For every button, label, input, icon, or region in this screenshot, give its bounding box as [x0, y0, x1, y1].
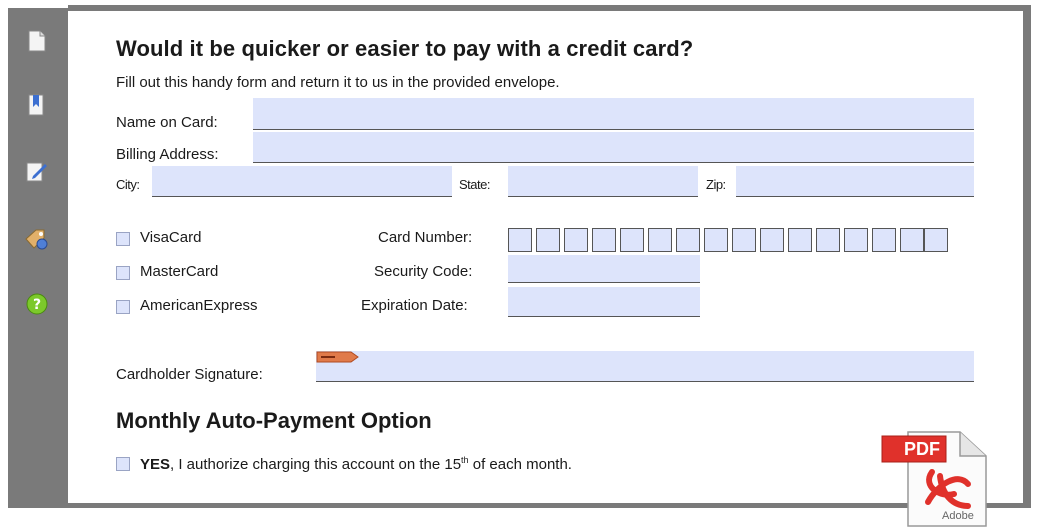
- zip-label: Zip:: [706, 177, 726, 192]
- left-toolbar: [8, 8, 68, 508]
- card-number-label: Card Number:: [378, 229, 473, 246]
- pdf-icon: PDF Adobe: [880, 430, 992, 528]
- expiration-label: Expiration Date:: [361, 297, 468, 314]
- mastercard-checkbox[interactable]: [116, 266, 130, 280]
- card-digit-box[interactable]: [924, 228, 948, 252]
- visa-label: VisaCard: [140, 229, 202, 246]
- bookmark-icon[interactable]: [24, 92, 50, 118]
- security-label: Security Code:: [374, 263, 473, 280]
- auth-body: , I authorize charging this account on t…: [170, 456, 462, 473]
- svg-text:?: ?: [33, 297, 41, 313]
- auth-text: YES, I authorize charging this account o…: [140, 455, 572, 473]
- card-digit-box[interactable]: [648, 228, 672, 252]
- section-title: Monthly Auto-Payment Option: [116, 408, 432, 433]
- card-digit-box[interactable]: [704, 228, 728, 252]
- card-digit-box[interactable]: [676, 228, 700, 252]
- form-title: Would it be quicker or easier to pay wit…: [116, 36, 694, 61]
- page-icon[interactable]: [24, 28, 50, 54]
- amex-checkbox[interactable]: [116, 300, 130, 314]
- card-digit-box[interactable]: [732, 228, 756, 252]
- auth-sup: th: [461, 455, 469, 465]
- sign-here-tag-icon: [316, 350, 360, 368]
- signature-label: Cardholder Signature:: [116, 366, 263, 383]
- card-digit-box[interactable]: [536, 228, 560, 252]
- card-digit-box[interactable]: [592, 228, 616, 252]
- name-label: Name on Card:: [116, 114, 218, 131]
- form-subtitle: Fill out this handy form and return it t…: [116, 74, 560, 91]
- card-digit-box[interactable]: [788, 228, 812, 252]
- visa-checkbox[interactable]: [116, 232, 130, 246]
- card-digit-box[interactable]: [872, 228, 896, 252]
- expiration-field[interactable]: [508, 287, 700, 317]
- security-field[interactable]: [508, 255, 700, 283]
- city-label: City:: [116, 177, 140, 192]
- right-frame: [1023, 8, 1031, 508]
- city-field[interactable]: [152, 166, 452, 197]
- card-digit-box[interactable]: [564, 228, 588, 252]
- auth-yes: YES: [140, 456, 171, 473]
- card-digit-box[interactable]: [620, 228, 644, 252]
- help-icon[interactable]: ?: [24, 291, 50, 317]
- attachment-icon[interactable]: [24, 226, 50, 252]
- mastercard-label: MasterCard: [140, 263, 219, 280]
- auth-checkbox[interactable]: [116, 457, 130, 471]
- card-digit-box[interactable]: [508, 228, 532, 252]
- pdf-badge-label: PDF: [904, 439, 940, 459]
- card-digit-box[interactable]: [844, 228, 868, 252]
- name-field[interactable]: [253, 98, 974, 130]
- address-label: Billing Address:: [116, 146, 219, 163]
- zip-field[interactable]: [736, 166, 974, 197]
- pdf-badge-brand: Adobe: [942, 510, 974, 522]
- card-digit-box[interactable]: [900, 228, 924, 252]
- signature-field[interactable]: [316, 351, 974, 382]
- edit-icon[interactable]: [24, 158, 50, 184]
- state-field[interactable]: [508, 166, 698, 197]
- amex-label: AmericanExpress: [140, 297, 258, 314]
- bottom-frame: [8, 503, 1031, 508]
- card-digit-box[interactable]: [760, 228, 784, 252]
- address-field[interactable]: [253, 132, 974, 163]
- auth-end: of each month.: [468, 456, 572, 473]
- card-digit-box[interactable]: [816, 228, 840, 252]
- state-label: State:: [459, 177, 490, 192]
